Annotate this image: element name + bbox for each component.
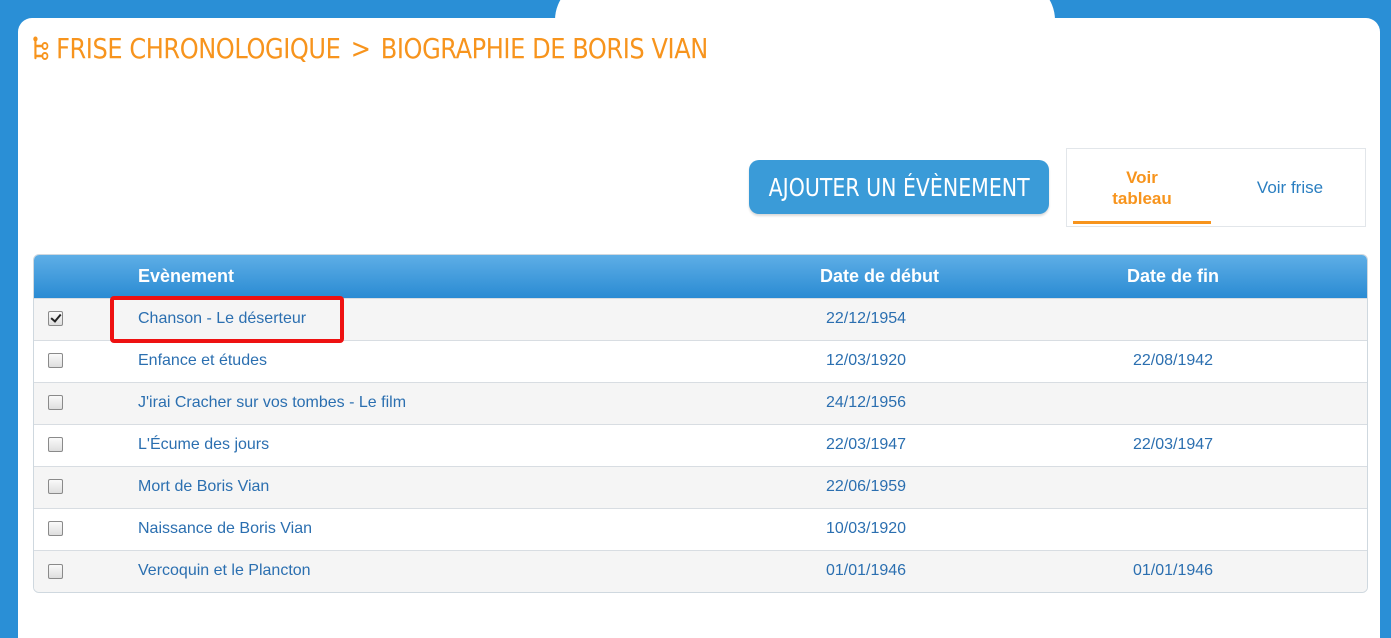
end-date-cell — [1127, 382, 1367, 424]
event-link[interactable]: Mort de Boris Vian — [138, 478, 269, 495]
breadcrumb-separator: > — [350, 32, 371, 65]
event-link[interactable]: L'Écume des jours — [138, 436, 269, 453]
event-link[interactable]: J'irai Cracher sur vos tombes - Le film — [138, 394, 406, 411]
end-date-cell: 22/08/1942 — [1133, 352, 1214, 369]
end-date-cell: 01/01/1946 — [1133, 562, 1214, 580]
row-checkbox[interactable] — [48, 521, 63, 537]
row-checkbox[interactable] — [48, 311, 63, 327]
breadcrumb-current: BIOGRAPHIE DE BORIS VIAN — [380, 32, 708, 65]
tab-view-timeline[interactable]: Voir frise — [1217, 149, 1363, 226]
table-row: J'irai Cracher sur vos tombes - Le film … — [34, 382, 1367, 424]
start-date-cell: 12/03/1920 — [826, 352, 907, 369]
start-date-cell: 22/12/1954 — [826, 310, 907, 327]
tab-view-table-line2: tableau — [1112, 188, 1172, 208]
event-link[interactable]: Enfance et études — [138, 352, 267, 369]
table-row: Enfance et études 12/03/1920 22/08/1942 — [34, 340, 1367, 382]
row-checkbox[interactable] — [48, 353, 63, 369]
page-title: FRISE CHRONOLOGIQUE > BIOGRAPHIE DE BORI… — [32, 32, 708, 65]
start-date-cell: 24/12/1956 — [826, 394, 907, 411]
event-link[interactable]: Vercoquin et le Plancton — [138, 562, 311, 579]
header-start-date[interactable]: Date de début — [820, 255, 1127, 298]
add-event-button-label: AJOUTER UN ÉVÈNEMENT — [768, 172, 1030, 202]
header-end-date[interactable]: Date de fin — [1127, 255, 1367, 298]
table-row: Vercoquin et le Plancton 01/01/1946 01/0… — [34, 550, 1367, 592]
event-link[interactable]: Naissance de Boris Vian — [138, 520, 312, 537]
row-checkbox[interactable] — [48, 479, 63, 495]
table-row: L'Écume des jours 22/03/1947 22/03/1947 — [34, 424, 1367, 466]
end-date-cell — [1127, 508, 1367, 550]
table-body: Chanson - Le déserteur 22/12/1954 Enfanc… — [34, 298, 1367, 592]
table-header: Evènement Date de début Date de fin — [34, 255, 1367, 298]
events-table-container: Evènement Date de début Date de fin Chan… — [33, 254, 1368, 593]
event-link[interactable]: Chanson - Le déserteur — [138, 310, 306, 327]
header-event[interactable]: Evènement — [138, 255, 820, 298]
start-date-cell: 10/03/1920 — [826, 520, 907, 537]
row-checkbox[interactable] — [48, 563, 63, 579]
breadcrumb-root[interactable]: FRISE CHRONOLOGIQUE — [56, 32, 341, 65]
tab-view-table-line1: Voir — [1126, 167, 1158, 187]
add-event-button[interactable]: AJOUTER UN ÉVÈNEMENT — [749, 160, 1049, 214]
end-date-cell: 22/03/1947 — [1133, 436, 1214, 453]
table-row: Mort de Boris Vian 22/06/1959 — [34, 466, 1367, 508]
tab-view-table[interactable]: Voir tableau — [1073, 149, 1211, 226]
start-date-cell: 01/01/1946 — [826, 562, 907, 580]
top-tab-shape — [555, 0, 1055, 20]
row-checkbox[interactable] — [48, 395, 63, 411]
row-checkbox[interactable] — [48, 437, 63, 453]
table-row: Chanson - Le déserteur 22/12/1954 — [34, 298, 1367, 340]
view-toggle: Voir tableau Voir frise — [1066, 148, 1366, 227]
start-date-cell: 22/03/1947 — [826, 436, 907, 453]
start-date-cell: 22/06/1959 — [826, 478, 907, 495]
table-row: Naissance de Boris Vian 10/03/1920 — [34, 508, 1367, 550]
timeline-tree-icon — [33, 36, 49, 60]
header-select — [34, 255, 138, 298]
end-date-cell — [1127, 298, 1367, 340]
events-table: Evènement Date de début Date de fin Chan… — [34, 255, 1367, 592]
tab-view-timeline-label: Voir frise — [1256, 177, 1324, 197]
main-panel: FRISE CHRONOLOGIQUE > BIOGRAPHIE DE BORI… — [18, 18, 1380, 638]
end-date-cell — [1127, 466, 1367, 508]
